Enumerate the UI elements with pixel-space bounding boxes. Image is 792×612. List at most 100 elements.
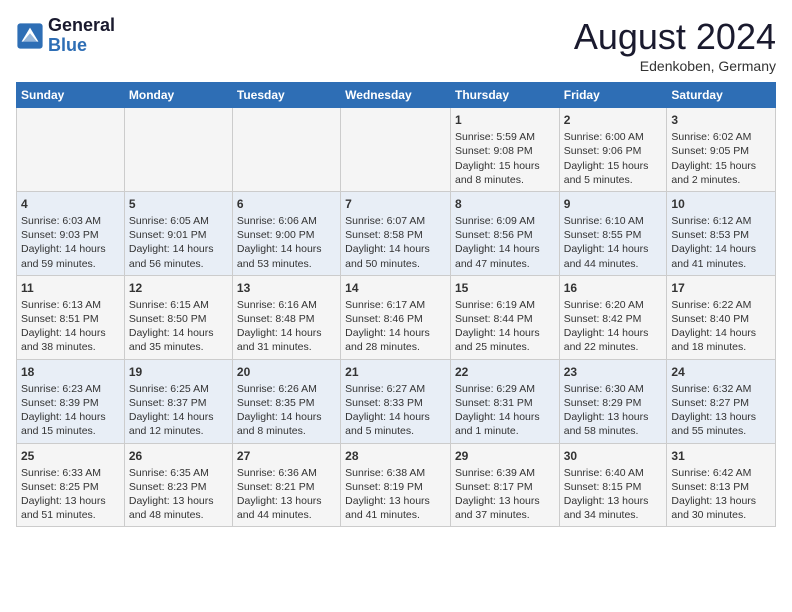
day-number: 5: [129, 196, 228, 212]
calendar-cell: 23 Sunrise: 6:30 AM Sunset: 8:29 PM Dayli…: [559, 359, 667, 443]
calendar-week-row: 4 Sunrise: 6:03 AM Sunset: 9:03 PM Daylig…: [17, 191, 776, 275]
logo-line2: Blue: [48, 36, 115, 56]
weekday-header-row: SundayMondayTuesdayWednesdayThursdayFrid…: [17, 83, 776, 108]
day-info: Sunrise: 6:02 AM Sunset: 9:05 PM Dayligh…: [671, 130, 771, 187]
day-number: 17: [671, 280, 771, 296]
logo-line1: General: [48, 16, 115, 36]
day-number: 4: [21, 196, 120, 212]
calendar-cell: 19 Sunrise: 6:25 AM Sunset: 8:37 PM Dayli…: [124, 359, 232, 443]
day-number: 11: [21, 280, 120, 296]
calendar-cell: 14 Sunrise: 6:17 AM Sunset: 8:46 PM Dayli…: [341, 275, 451, 359]
day-info: Sunrise: 6:39 AM Sunset: 8:17 PM Dayligh…: [455, 466, 555, 523]
day-number: 14: [345, 280, 446, 296]
day-info: Sunrise: 6:15 AM Sunset: 8:50 PM Dayligh…: [129, 298, 228, 355]
month-title: August 2024: [574, 16, 776, 58]
weekday-header-sunday: Sunday: [17, 83, 125, 108]
day-number: 16: [564, 280, 663, 296]
day-number: 12: [129, 280, 228, 296]
day-number: 28: [345, 448, 446, 464]
day-number: 18: [21, 364, 120, 380]
calendar-cell: 30 Sunrise: 6:40 AM Sunset: 8:15 PM Dayli…: [559, 443, 667, 527]
day-number: 2: [564, 112, 663, 128]
calendar-cell: 8 Sunrise: 6:09 AM Sunset: 8:56 PM Daylig…: [450, 191, 559, 275]
day-info: Sunrise: 6:38 AM Sunset: 8:19 PM Dayligh…: [345, 466, 446, 523]
calendar-cell: 9Sunrise: 6:10 AM Sunset: 8:55 PM Daylig…: [559, 191, 667, 275]
day-info: Sunrise: 5:59 AM Sunset: 9:08 PM Dayligh…: [455, 130, 555, 187]
calendar-cell: [17, 108, 125, 192]
calendar-cell: 4 Sunrise: 6:03 AM Sunset: 9:03 PM Daylig…: [17, 191, 125, 275]
calendar-cell: 18 Sunrise: 6:23 AM Sunset: 8:39 PM Dayli…: [17, 359, 125, 443]
day-number: 13: [237, 280, 336, 296]
calendar-week-row: 11 Sunrise: 6:13 AM Sunset: 8:51 PM Dayli…: [17, 275, 776, 359]
day-info: Sunrise: 6:12 AM Sunset: 8:53 PM Dayligh…: [671, 214, 771, 271]
calendar-cell: 2 Sunrise: 6:00 AM Sunset: 9:06 PM Daylig…: [559, 108, 667, 192]
day-number: 31: [671, 448, 771, 464]
day-info: Sunrise: 6:40 AM Sunset: 8:15 PM Dayligh…: [564, 466, 663, 523]
day-info: Sunrise: 6:32 AM Sunset: 8:27 PM Dayligh…: [671, 382, 771, 439]
calendar-cell: 13 Sunrise: 6:16 AM Sunset: 8:48 PM Dayli…: [232, 275, 340, 359]
calendar-cell: 10Sunrise: 6:12 AM Sunset: 8:53 PM Dayli…: [667, 191, 776, 275]
calendar-cell: [124, 108, 232, 192]
day-info: Sunrise: 6:13 AM Sunset: 8:51 PM Dayligh…: [21, 298, 120, 355]
day-number: 19: [129, 364, 228, 380]
calendar-cell: 29 Sunrise: 6:39 AM Sunset: 8:17 PM Dayli…: [450, 443, 559, 527]
day-info: Sunrise: 6:06 AM Sunset: 9:00 PM Dayligh…: [237, 214, 336, 271]
day-info: Sunrise: 6:10 AM Sunset: 8:55 PM Dayligh…: [564, 214, 663, 271]
day-number: 30: [564, 448, 663, 464]
calendar-cell: 12 Sunrise: 6:15 AM Sunset: 8:50 PM Dayli…: [124, 275, 232, 359]
calendar-cell: 26 Sunrise: 6:35 AM Sunset: 8:23 PM Dayli…: [124, 443, 232, 527]
day-info: Sunrise: 6:00 AM Sunset: 9:06 PM Dayligh…: [564, 130, 663, 187]
day-info: Sunrise: 6:30 AM Sunset: 8:29 PM Dayligh…: [564, 382, 663, 439]
day-info: Sunrise: 6:22 AM Sunset: 8:40 PM Dayligh…: [671, 298, 771, 355]
weekday-header-saturday: Saturday: [667, 83, 776, 108]
day-info: Sunrise: 6:17 AM Sunset: 8:46 PM Dayligh…: [345, 298, 446, 355]
day-info: Sunrise: 6:09 AM Sunset: 8:56 PM Dayligh…: [455, 214, 555, 271]
day-info: Sunrise: 6:27 AM Sunset: 8:33 PM Dayligh…: [345, 382, 446, 439]
calendar-cell: 1 Sunrise: 5:59 AM Sunset: 9:08 PM Daylig…: [450, 108, 559, 192]
day-number: 22: [455, 364, 555, 380]
day-number: 24: [671, 364, 771, 380]
weekday-header-monday: Monday: [124, 83, 232, 108]
calendar-cell: 22 Sunrise: 6:29 AM Sunset: 8:31 PM Dayli…: [450, 359, 559, 443]
day-number: 1: [455, 112, 555, 128]
weekday-header-tuesday: Tuesday: [232, 83, 340, 108]
logo: General Blue: [16, 16, 115, 56]
calendar-cell: 7 Sunrise: 6:07 AM Sunset: 8:58 PM Daylig…: [341, 191, 451, 275]
calendar-cell: 21 Sunrise: 6:27 AM Sunset: 8:33 PM Dayli…: [341, 359, 451, 443]
day-number: 26: [129, 448, 228, 464]
calendar-week-row: 18 Sunrise: 6:23 AM Sunset: 8:39 PM Dayli…: [17, 359, 776, 443]
day-info: Sunrise: 6:33 AM Sunset: 8:25 PM Dayligh…: [21, 466, 120, 523]
calendar-cell: 27Sunrise: 6:36 AM Sunset: 8:21 PM Dayli…: [232, 443, 340, 527]
day-number: 21: [345, 364, 446, 380]
day-info: Sunrise: 6:42 AM Sunset: 8:13 PM Dayligh…: [671, 466, 771, 523]
day-number: 29: [455, 448, 555, 464]
day-number: 20: [237, 364, 336, 380]
weekday-header-friday: Friday: [559, 83, 667, 108]
day-info: Sunrise: 6:23 AM Sunset: 8:39 PM Dayligh…: [21, 382, 120, 439]
calendar-cell: 3 Sunrise: 6:02 AM Sunset: 9:05 PM Daylig…: [667, 108, 776, 192]
day-info: Sunrise: 6:36 AM Sunset: 8:21 PM Dayligh…: [237, 466, 336, 523]
calendar-cell: 15Sunrise: 6:19 AM Sunset: 8:44 PM Dayli…: [450, 275, 559, 359]
calendar-cell: 5 Sunrise: 6:05 AM Sunset: 9:01 PM Daylig…: [124, 191, 232, 275]
page-header: General Blue August 2024 Edenkoben, Germ…: [16, 16, 776, 74]
day-number: 15: [455, 280, 555, 296]
calendar-cell: [232, 108, 340, 192]
day-info: Sunrise: 6:16 AM Sunset: 8:48 PM Dayligh…: [237, 298, 336, 355]
day-info: Sunrise: 6:29 AM Sunset: 8:31 PM Dayligh…: [455, 382, 555, 439]
calendar-cell: 6Sunrise: 6:06 AM Sunset: 9:00 PM Daylig…: [232, 191, 340, 275]
day-info: Sunrise: 6:25 AM Sunset: 8:37 PM Dayligh…: [129, 382, 228, 439]
day-info: Sunrise: 6:35 AM Sunset: 8:23 PM Dayligh…: [129, 466, 228, 523]
calendar-table: SundayMondayTuesdayWednesdayThursdayFrid…: [16, 82, 776, 527]
calendar-cell: 28 Sunrise: 6:38 AM Sunset: 8:19 PM Dayli…: [341, 443, 451, 527]
day-number: 8: [455, 196, 555, 212]
day-number: 3: [671, 112, 771, 128]
day-info: Sunrise: 6:03 AM Sunset: 9:03 PM Dayligh…: [21, 214, 120, 271]
location: Edenkoben, Germany: [574, 58, 776, 74]
day-info: Sunrise: 6:05 AM Sunset: 9:01 PM Dayligh…: [129, 214, 228, 271]
day-number: 23: [564, 364, 663, 380]
calendar-week-row: 25Sunrise: 6:33 AM Sunset: 8:25 PM Dayli…: [17, 443, 776, 527]
calendar-cell: 20Sunrise: 6:26 AM Sunset: 8:35 PM Dayli…: [232, 359, 340, 443]
title-block: August 2024 Edenkoben, Germany: [574, 16, 776, 74]
day-info: Sunrise: 6:07 AM Sunset: 8:58 PM Dayligh…: [345, 214, 446, 271]
day-number: 7: [345, 196, 446, 212]
